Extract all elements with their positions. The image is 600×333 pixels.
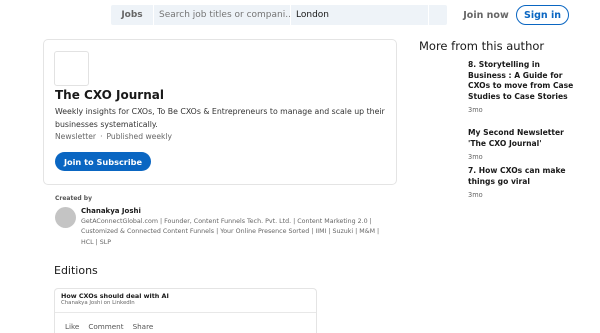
edition-title[interactable]: How CXOs should deal with AI [61, 292, 169, 300]
list-item[interactable]: My Second Newsletter 'The CXO Journal' 3… [468, 128, 578, 161]
newsletter-frequency: Published weekly [106, 132, 173, 141]
avatar[interactable] [55, 207, 76, 228]
newsletter-meta: Newsletter · Published weekly [55, 132, 172, 141]
newsletter-description: Weekly insights for CXOs, To Be CXOs & E… [55, 107, 385, 129]
article-title[interactable]: 7. How CXOs can make things go viral [468, 166, 578, 187]
newsletter-type: Newsletter [55, 132, 97, 141]
article-time: 3mo [468, 153, 483, 161]
list-item[interactable]: 7. How CXOs can make things go viral 3mo [468, 166, 578, 199]
divider [55, 312, 316, 313]
author-name[interactable]: Chanakya Joshi [81, 207, 141, 215]
edition-subtitle: Chanakya Joshi on LinkedIn [61, 300, 135, 306]
article-time: 3mo [468, 106, 483, 114]
subscribe-button[interactable]: Join to Subscribe [55, 152, 151, 171]
newsletter-title: The CXO Journal [55, 88, 164, 102]
created-by-label: Created by [55, 195, 93, 202]
edition-card[interactable]: How CXOs should deal with AI Chanakya Jo… [54, 288, 317, 333]
job-search-input[interactable] [154, 5, 291, 25]
author-bio: GetAConnectGlobal.com | Founder, Content… [81, 218, 380, 246]
article-title[interactable]: My Second Newsletter 'The CXO Journal' [468, 128, 578, 149]
editions-heading: Editions [54, 264, 98, 277]
search-category[interactable]: Jobs [111, 5, 154, 25]
search-bar: Jobs [111, 5, 447, 25]
location-input[interactable] [291, 5, 429, 25]
article-time: 3mo [468, 191, 483, 199]
share-button[interactable]: Share [133, 322, 154, 331]
sign-in-button[interactable]: Sign in [516, 5, 569, 25]
list-item[interactable]: 8. Storytelling in Business : A Guide fo… [468, 60, 578, 114]
article-title[interactable]: 8. Storytelling in Business : A Guide fo… [468, 60, 578, 102]
edition-actions: Like Comment Share [65, 322, 153, 331]
meta-separator: · [100, 132, 103, 141]
like-button[interactable]: Like [65, 322, 79, 331]
newsletter-logo [54, 51, 89, 86]
newsletter-card: The CXO Journal Weekly insights for CXOs… [43, 39, 397, 185]
comment-button[interactable]: Comment [88, 322, 123, 331]
join-now-link[interactable]: Join now [461, 5, 511, 25]
more-from-author-heading: More from this author [419, 39, 545, 53]
